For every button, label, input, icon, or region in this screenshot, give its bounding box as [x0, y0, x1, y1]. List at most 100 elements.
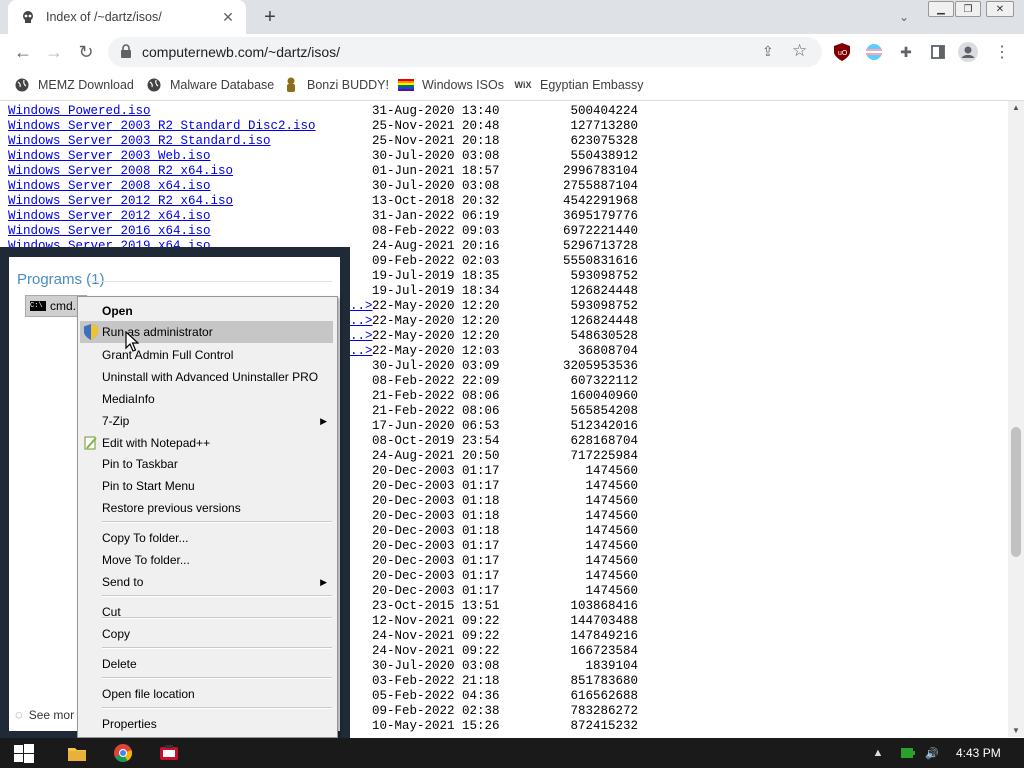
forward-icon[interactable]: →	[41, 40, 67, 64]
new-tab-button[interactable]: +	[258, 6, 282, 28]
file-date: 08-Feb-2022 09:03	[372, 224, 500, 238]
scroll-up-arrow-icon[interactable]: ▲	[1012, 103, 1020, 112]
file-date: 25-Nov-2021 20:18	[372, 134, 500, 148]
menu-item-label: Pin to Start Menu	[102, 479, 195, 493]
volume-icon[interactable]: 🔊	[924, 745, 940, 761]
file-size: 5550831616	[562, 254, 638, 268]
page-scrollbar[interactable]: ▲ ▼	[1008, 101, 1024, 737]
close-tab-icon[interactable]: ✕	[218, 7, 238, 27]
tab-active[interactable]: Index of /~dartz/isos/ ✕	[8, 0, 246, 34]
file-size: 6972221440	[562, 224, 638, 238]
side-panel-icon[interactable]	[928, 42, 948, 62]
bookmark-memz[interactable]: MEMZ Download	[14, 76, 134, 94]
minimize-button[interactable]: ▁	[928, 1, 954, 17]
context-menu-item-delete[interactable]: Delete	[80, 653, 333, 675]
listing-row: Windows Server 2003 Web.iso 30-Jul-2020 0…	[8, 149, 648, 164]
file-date: 05-Feb-2022 04:36	[372, 689, 500, 703]
context-menu-item-7-zip[interactable]: 7-Zip ▶	[80, 410, 333, 432]
close-window-button[interactable]: ✕	[986, 1, 1014, 17]
profile-avatar-icon[interactable]	[958, 42, 978, 62]
file-explorer-icon[interactable]	[62, 741, 92, 765]
context-menu-item-restore-previous-versions[interactable]: Restore previous versions	[80, 497, 333, 519]
file-date: 24-Aug-2021 20:50	[372, 449, 500, 463]
bookmark-bonzi-buddy[interactable]: Bonzi BUDDY!	[283, 76, 389, 94]
wix-icon: WiX	[514, 80, 532, 90]
file-link-truncated[interactable]: ..>	[350, 314, 373, 329]
media-app-icon[interactable]	[154, 741, 184, 765]
extensions-puzzle-icon[interactable]: ✚	[896, 42, 916, 62]
trans-flag-extension-icon[interactable]	[864, 42, 884, 62]
file-link[interactable]: Windows Server 2016 x64.iso	[8, 224, 211, 239]
file-link-truncated[interactable]: ..>	[350, 344, 373, 359]
bookmark-windows-isos[interactable]: Windows ISOs	[398, 76, 504, 94]
see-more-results-link[interactable]: ◌ See mor	[15, 707, 74, 722]
file-link[interactable]: Windows Server 2012 R2 x64.iso	[8, 194, 233, 209]
context-menu-item-grant-admin-full-control[interactable]: Grant Admin Full Control	[80, 344, 333, 366]
file-link[interactable]: Windows Server 2012 x64.iso	[8, 209, 211, 224]
file-link[interactable]: Windows Powered.iso	[8, 104, 151, 119]
context-menu-item-pin-to-taskbar[interactable]: Pin to Taskbar	[80, 453, 333, 475]
listing-row: Windows Server 2003 R2 Standard.iso 25-No…	[8, 134, 648, 149]
lock-icon[interactable]	[120, 44, 134, 60]
bookmark-malware-database[interactable]: Malware Database	[146, 76, 274, 94]
file-size: 36808704	[577, 344, 638, 358]
context-menu-item-copy-to-folder[interactable]: Copy To folder...	[80, 527, 333, 549]
back-icon[interactable]: ←	[10, 40, 36, 64]
context-menu-item-edit-with-notepad[interactable]: Edit with Notepad++	[80, 432, 333, 454]
context-menu-item-send-to[interactable]: Send to ▶	[80, 571, 333, 593]
menu-separator	[102, 595, 332, 597]
share-icon[interactable]: ⇪	[762, 43, 774, 60]
ublock-origin-icon[interactable]: uO	[832, 42, 852, 62]
windows-start-icon[interactable]	[14, 744, 34, 764]
menu-item-label: Properties	[102, 717, 157, 731]
file-date: 23-Oct-2015 13:51	[372, 599, 500, 613]
tab-search-icon[interactable]: ⌄	[894, 8, 914, 26]
file-link[interactable]: Windows Server 2003 R2 Standard Disc2.is…	[8, 119, 316, 134]
context-menu-item-cut[interactable]: Cut	[80, 601, 333, 623]
tray-overflow-arrow-icon[interactable]: ▲	[870, 745, 886, 761]
file-link[interactable]: Windows Server 2003 Web.iso	[8, 149, 211, 164]
context-menu-item-properties[interactable]: Properties	[80, 713, 333, 735]
file-link-truncated[interactable]: ..>	[350, 329, 373, 344]
url-text[interactable]: computernewb.com/~dartz/isos/	[142, 44, 340, 60]
reload-icon[interactable]: ↻	[73, 40, 99, 64]
file-size: 5296713728	[562, 239, 638, 253]
file-date: 13-Oct-2018 20:32	[372, 194, 500, 208]
file-link[interactable]: Windows Server 2008 R2 x64.iso	[8, 164, 233, 179]
file-size: 717225984	[570, 449, 638, 463]
context-menu-item-open-file-location[interactable]: Open file location	[80, 683, 333, 705]
file-date: 24-Aug-2021 20:16	[372, 239, 500, 253]
address-bar[interactable]: computernewb.com/~dartz/isos/ ⇪ ☆	[108, 37, 822, 67]
taskbar-clock[interactable]: 4:43 PM	[956, 746, 1001, 760]
file-link[interactable]: Windows Server 2008 x64.iso	[8, 179, 211, 194]
file-size: 2996783104	[562, 164, 638, 178]
file-link[interactable]: Windows Server 2003 R2 Standard.iso	[8, 134, 271, 149]
divider	[89, 281, 332, 282]
bookmark-star-icon[interactable]: ☆	[792, 41, 807, 61]
menu-separator	[102, 707, 332, 709]
restore-button[interactable]: ❐	[955, 1, 981, 17]
context-menu-item-open[interactable]: Open	[80, 300, 333, 322]
context-menu-item-move-to-folder[interactable]: Move To folder...	[80, 549, 333, 571]
context-menu-item-pin-to-start-menu[interactable]: Pin to Start Menu	[80, 475, 333, 497]
scroll-down-arrow-icon[interactable]: ▼	[1012, 726, 1020, 735]
chrome-icon[interactable]	[108, 741, 138, 765]
file-size: 160040960	[570, 389, 638, 403]
scrollbar-thumb[interactable]	[1011, 427, 1021, 557]
file-size: 3205953536	[562, 359, 638, 373]
context-menu-item-mediainfo[interactable]: MediaInfo	[80, 388, 333, 410]
context-menu-item-run-as-administrator[interactable]: Run as administrator	[80, 321, 333, 343]
shield-icon	[83, 324, 99, 340]
menu-separator	[102, 647, 332, 649]
battery-icon[interactable]	[900, 745, 916, 761]
file-link-truncated[interactable]: ..>	[350, 299, 373, 314]
globe-icon	[14, 77, 30, 93]
file-date: 20-Dec-2003 01:17	[372, 584, 500, 598]
menu-item-label: Move To folder...	[102, 553, 190, 567]
context-menu-item-uninstall-with-advanced-uninstaller-pro[interactable]: Uninstall with Advanced Uninstaller PRO	[80, 366, 333, 388]
bonzi-icon	[283, 77, 299, 93]
kebab-menu-icon[interactable]: ⋮	[992, 42, 1012, 62]
file-size: 126824448	[570, 314, 638, 328]
context-menu-item-copy[interactable]: Copy	[80, 623, 333, 645]
bookmark-egyptian-embassy[interactable]: WiX Egyptian Embassy	[514, 76, 644, 94]
